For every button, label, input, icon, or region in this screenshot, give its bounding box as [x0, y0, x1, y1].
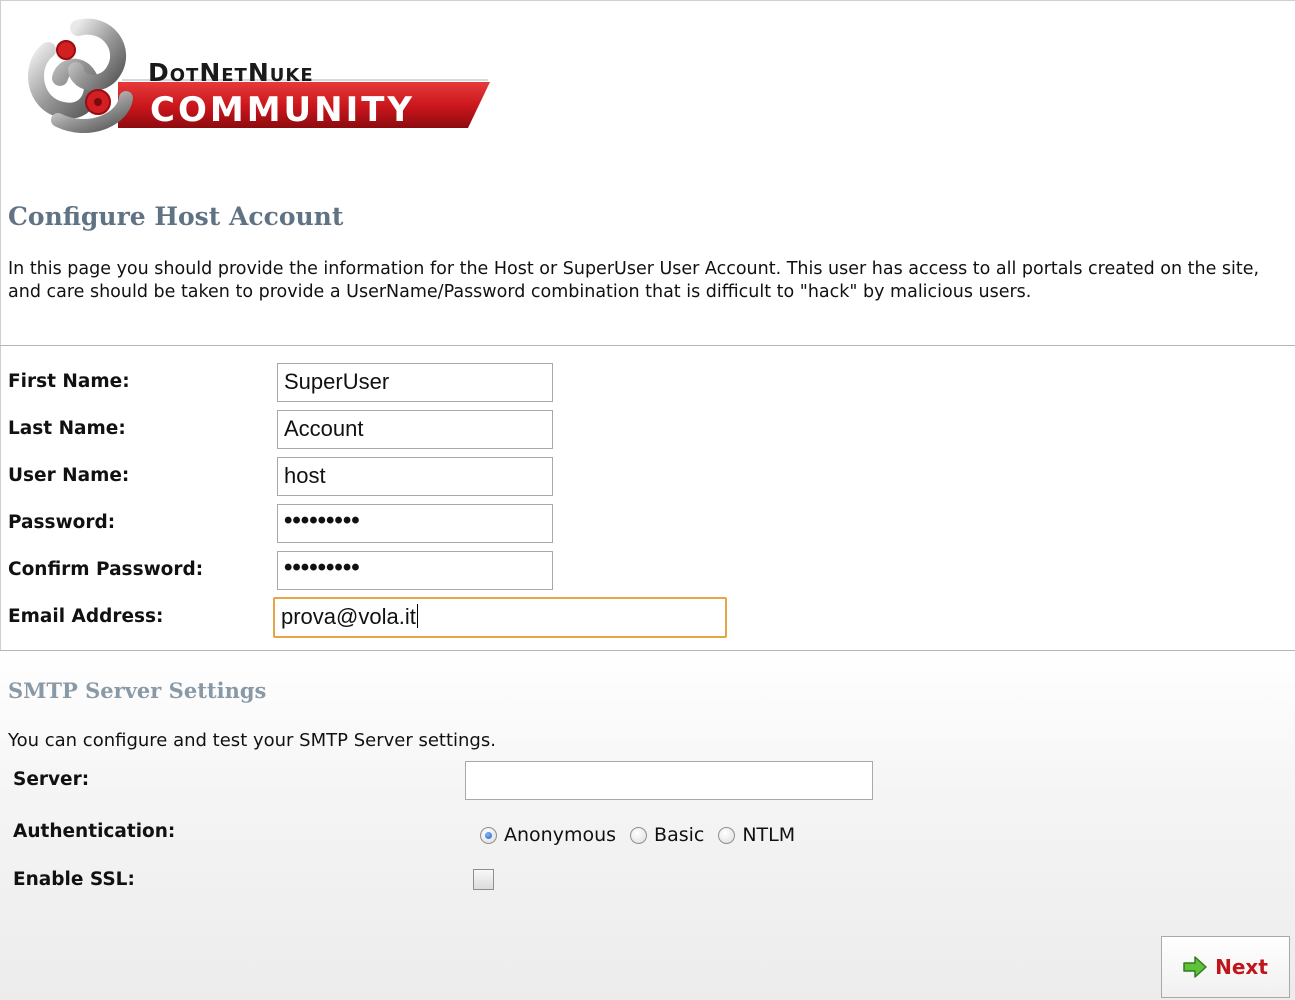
confirm-password-input[interactable]: ••••••••• — [277, 551, 553, 590]
auth-option-anonymous[interactable]: Anonymous — [480, 824, 616, 846]
radio-icon[interactable] — [630, 826, 648, 844]
divider — [0, 345, 1295, 346]
password-input[interactable]: ••••••••• — [277, 504, 553, 543]
next-button-label: Next — [1215, 955, 1268, 979]
next-button[interactable]: Next — [1161, 936, 1290, 998]
page-title: Configure Host Account — [8, 202, 344, 231]
server-input[interactable] — [465, 761, 873, 800]
auth-option-basic[interactable]: Basic — [630, 824, 704, 846]
last-name-input[interactable]: Account — [277, 410, 553, 449]
radio-icon[interactable] — [718, 826, 736, 844]
authentication-radio-group: Anonymous Basic NTLM — [480, 824, 809, 846]
confirm-password-label: Confirm Password: — [8, 559, 204, 580]
auth-option-label: Anonymous — [504, 824, 617, 846]
server-label: Server: — [13, 769, 90, 790]
divider — [0, 650, 1295, 651]
email-value: prova@vola.it — [281, 604, 416, 629]
auth-option-label: NTLM — [742, 824, 796, 846]
last-name-label: Last Name: — [8, 418, 126, 439]
radio-selected-icon[interactable] — [480, 826, 497, 844]
text-caret — [416, 604, 418, 628]
logo-edition-text: COMMUNITY — [150, 90, 416, 130]
auth-option-ntlm[interactable]: NTLM — [718, 824, 795, 846]
logo-brand-text: DotNetNuke — [148, 58, 314, 87]
smtp-description: You can configure and test your SMTP Ser… — [8, 730, 496, 751]
first-name-label: First Name: — [8, 371, 130, 392]
email-label: Email Address: — [8, 606, 164, 627]
user-name-input[interactable]: host — [277, 457, 553, 496]
enable-ssl-label: Enable SSL: — [13, 869, 135, 890]
password-label: Password: — [8, 512, 116, 533]
window-top-border — [0, 0, 1295, 7]
smtp-section-title: SMTP Server Settings — [8, 678, 267, 703]
dotnetnuke-logo: DotNetNuke COMMUNITY — [18, 10, 498, 140]
enable-ssl-checkbox[interactable] — [473, 869, 494, 890]
auth-option-label: Basic — [654, 824, 705, 846]
user-name-label: User Name: — [8, 465, 130, 486]
intro-text: In this page you should provide the info… — [8, 259, 1260, 302]
arrow-right-icon — [1183, 956, 1207, 978]
first-name-input[interactable]: SuperUser — [277, 363, 553, 402]
authentication-label: Authentication: — [13, 821, 176, 842]
email-input[interactable]: prova@vola.it — [273, 597, 727, 638]
